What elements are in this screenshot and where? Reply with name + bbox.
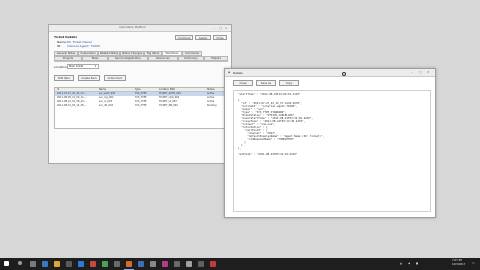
app-icon[interactable]: [174, 261, 180, 267]
app-icon[interactable]: [90, 261, 96, 267]
chevron-down-icon: ▾: [95, 65, 97, 68]
details-window-title: Details: [233, 71, 243, 75]
items-table: Id Name Type Location Path Status 2011-0…: [54, 87, 232, 129]
id-label: ID:: [57, 44, 62, 48]
maximize-icon[interactable]: □: [419, 70, 422, 74]
table-row[interactable]: 2011-08-21_03_12_45-... svc_db_004 SYS_T…: [55, 104, 231, 108]
main-window-title: Automation Platform: [119, 26, 146, 29]
close-button[interactable]: Close: [233, 80, 253, 86]
app-icon[interactable]: [114, 261, 120, 267]
edit-item-button[interactable]: Edit Item: [54, 75, 74, 81]
cursor-highlight-icon: [342, 72, 346, 76]
filter-select[interactable]: Main ticket ▾: [67, 64, 99, 69]
table-cell: SYS_TYPE: [135, 104, 147, 107]
app-icon[interactable]: [102, 261, 108, 267]
details-window: ◆ Details – □ × Close Save As Copy "star…: [224, 68, 436, 218]
copy-button[interactable]: Copy: [279, 80, 299, 86]
search-icon[interactable]: [18, 261, 22, 265]
app-icon[interactable]: [198, 261, 204, 267]
action-item-button[interactable]: Action Item: [104, 75, 126, 81]
network-icon[interactable]: ▲: [400, 262, 402, 266]
json-line: },: [238, 147, 242, 150]
json-line: "oldRequestName" : "COMPLETED": [238, 138, 295, 141]
volume-icon[interactable]: ◀: [408, 262, 410, 266]
table-cell: TICKET_DB_004: [159, 104, 178, 107]
filter-label: Location:: [54, 65, 68, 69]
task-view-icon[interactable]: [30, 261, 36, 267]
app-icon: ◆: [228, 70, 231, 74]
json-line: "endTime" : "2011-08-22T09:41:19.621Z": [238, 153, 298, 156]
store-icon[interactable]: [66, 261, 72, 267]
minimize-icon[interactable]: –: [213, 26, 215, 30]
ticket-header-title: Ticket Details: [54, 35, 78, 39]
filter-select-value: Main ticket: [69, 65, 84, 68]
app-icon[interactable]: [162, 261, 168, 267]
save-as-button[interactable]: Save As: [256, 80, 276, 86]
main-window-titlebar[interactable]: Automation Platform – □ ×: [49, 25, 231, 32]
close-icon[interactable]: ×: [427, 70, 430, 74]
assign-button[interactable]: Assign: [195, 35, 211, 40]
app-icon[interactable]: [210, 261, 216, 267]
java-app-icon[interactable]: [126, 261, 132, 267]
start-windows-icon[interactable]: [4, 261, 9, 266]
taskbar: ▲ ◀ ■ 7:07 PM 10/3/2017 ▭: [0, 258, 480, 270]
table-cell: 2011-08-21_03_12_45-...: [57, 104, 87, 107]
comment-button[interactable]: Comment: [175, 35, 193, 40]
maximize-icon[interactable]: □: [219, 26, 222, 30]
file-explorer-icon[interactable]: [54, 261, 60, 267]
table-cell: svc_db_004: [99, 104, 113, 107]
close-icon[interactable]: ×: [225, 26, 228, 30]
table-cell: Pending: [207, 104, 217, 107]
mail-icon[interactable]: [78, 261, 84, 267]
browser-icon[interactable]: [42, 261, 48, 267]
notifications-icon[interactable]: ▭: [472, 261, 475, 265]
app-icon[interactable]: [186, 261, 192, 267]
create-item-button[interactable]: Create Item: [78, 75, 100, 81]
minimize-icon[interactable]: –: [411, 70, 413, 74]
app-icon[interactable]: [150, 261, 156, 267]
details-window-titlebar[interactable]: ◆ Details – □ ×: [225, 69, 435, 77]
clock-date[interactable]: 10/3/2017: [452, 263, 465, 267]
app-icon[interactable]: [138, 261, 144, 267]
battery-icon[interactable]: ■: [416, 262, 418, 266]
id-value: Internal Agent: T1000: [67, 44, 100, 48]
close-ticket-button[interactable]: Close: [213, 35, 227, 40]
json-viewer[interactable]: "startTime" : "2011-08-18T14:09:01.213Z"…: [233, 90, 431, 212]
json-line: "startTime" : "2011-08-18T14:09:01.213Z": [238, 93, 301, 96]
tab-divider: [54, 61, 228, 62]
main-window: Automation Platform – □ × Ticket Details…: [48, 24, 232, 164]
